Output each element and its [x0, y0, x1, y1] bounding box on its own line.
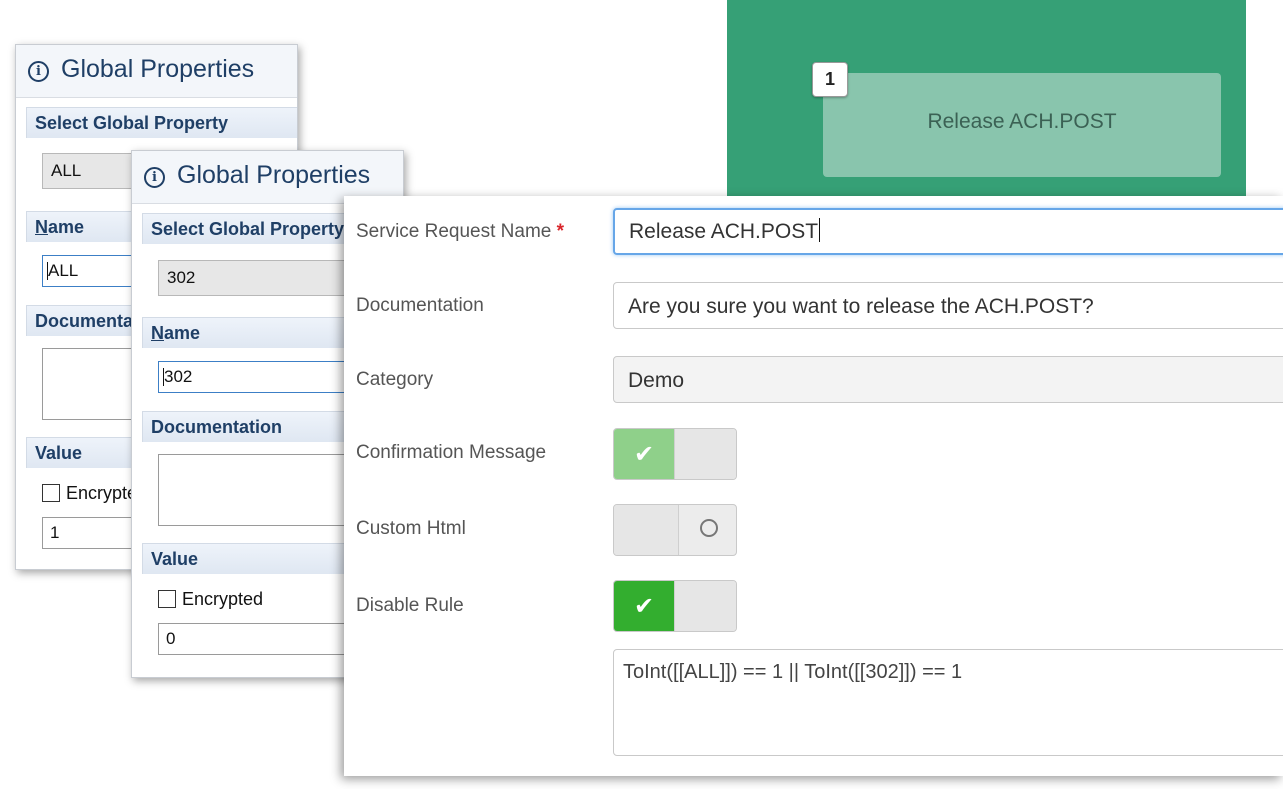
check-icon: ✔ — [614, 429, 674, 479]
disable-rule-expression-textarea[interactable]: ToInt([[ALL]]) == 1 || ToInt([[302]]) ==… — [613, 649, 1283, 756]
toggle-knob[interactable] — [674, 429, 736, 479]
custom-html-label: Custom Html — [356, 518, 466, 539]
check-icon: ✔ — [614, 581, 674, 631]
checkbox-box[interactable] — [42, 484, 60, 502]
checkbox-box[interactable] — [158, 590, 176, 608]
off-circle-icon — [700, 519, 718, 537]
panel-header: i Global Properties — [16, 45, 297, 98]
toggle-knob[interactable] — [614, 505, 679, 555]
tile-order-badge: 1 — [812, 62, 848, 97]
category-label: Category — [356, 369, 434, 390]
disable-rule-label: Disable Rule — [356, 595, 464, 616]
disable-rule-toggle[interactable]: ✔ — [613, 580, 737, 632]
encrypted-checkbox[interactable]: Encrypted — [158, 589, 263, 609]
service-request-name-input[interactable]: Release ACH.POST — [613, 208, 1283, 255]
toggle-knob[interactable] — [674, 581, 736, 631]
service-request-preview: Release ACH.POST 1 — [727, 0, 1246, 205]
select-global-property-label: Select Global Property — [26, 107, 297, 138]
confirmation-message-label: Confirmation Message — [356, 442, 547, 463]
service-request-form: Service Request Name * Release ACH.POST … — [344, 196, 1283, 776]
required-marker: * — [556, 221, 565, 242]
panel-title: Global Properties — [61, 55, 255, 83]
service-request-tile[interactable]: Release ACH.POST — [823, 73, 1221, 177]
panel-title: Global Properties — [177, 161, 371, 189]
custom-html-toggle[interactable] — [613, 504, 737, 556]
category-select[interactable]: Demo — [613, 356, 1283, 403]
confirmation-message-toggle[interactable]: ✔ — [613, 428, 737, 480]
service-request-name-label: Service Request Name * — [356, 221, 565, 242]
info-icon: i — [144, 167, 165, 188]
documentation-label: Documentation — [356, 295, 484, 316]
info-icon: i — [28, 61, 49, 82]
documentation-input[interactable]: Are you sure you want to release the ACH… — [613, 282, 1283, 329]
